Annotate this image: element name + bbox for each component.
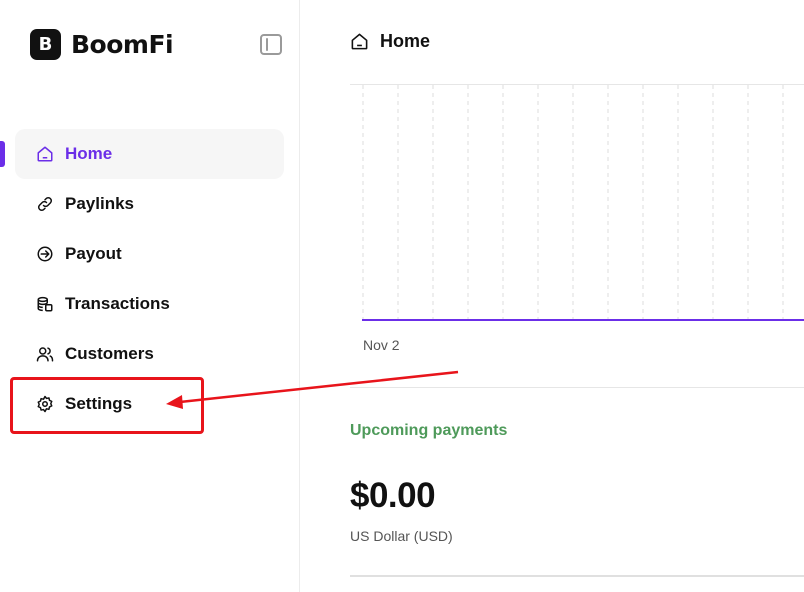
page-title: Home <box>380 31 431 51</box>
upcoming-amount: $0.00 <box>350 476 436 515</box>
sidebar-item-label: Home <box>65 144 113 163</box>
logo-mark: B <box>30 29 61 60</box>
home-icon <box>350 32 370 52</box>
x-tick-label: Nov 2 <box>363 337 400 353</box>
upcoming-payments-title: Upcoming payments <box>350 422 508 439</box>
brand-name: BoomFi <box>71 30 174 59</box>
home-icon <box>35 144 55 164</box>
payout-arrow-icon <box>35 244 55 264</box>
sidebar-item-label: Payout <box>65 244 122 263</box>
page-header: Home <box>350 31 430 52</box>
active-indicator <box>0 141 5 167</box>
chart-svg <box>362 85 804 321</box>
link-icon <box>35 194 55 214</box>
sidebar-item-label: Transactions <box>65 294 170 313</box>
coins-icon <box>35 294 55 314</box>
brand-logo[interactable]: B BoomFi <box>30 29 174 60</box>
users-icon <box>35 344 55 364</box>
divider <box>350 575 804 577</box>
sidebar-item-payout[interactable]: Payout <box>15 229 284 279</box>
sidebar-item-label: Customers <box>65 344 154 363</box>
annotation-highlight-box <box>10 377 204 434</box>
sidebar: B BoomFi Home Paylinks Payout Transactio… <box>0 0 300 592</box>
sidebar-item-home[interactable]: Home <box>15 129 284 179</box>
divider <box>350 387 804 388</box>
sidebar-item-label: Paylinks <box>65 194 134 213</box>
currency-label: US Dollar (USD) <box>350 528 453 544</box>
sidebar-item-customers[interactable]: Customers <box>15 329 284 379</box>
sidebar-item-transactions[interactable]: Transactions <box>15 279 284 329</box>
sidebar-item-paylinks[interactable]: Paylinks <box>15 179 284 229</box>
sidebar-toggle-icon[interactable] <box>260 34 282 55</box>
main-content: Home Nov 2 Upcoming payments $0.00 US Do… <box>300 0 804 592</box>
revenue-chart[interactable] <box>350 85 804 325</box>
